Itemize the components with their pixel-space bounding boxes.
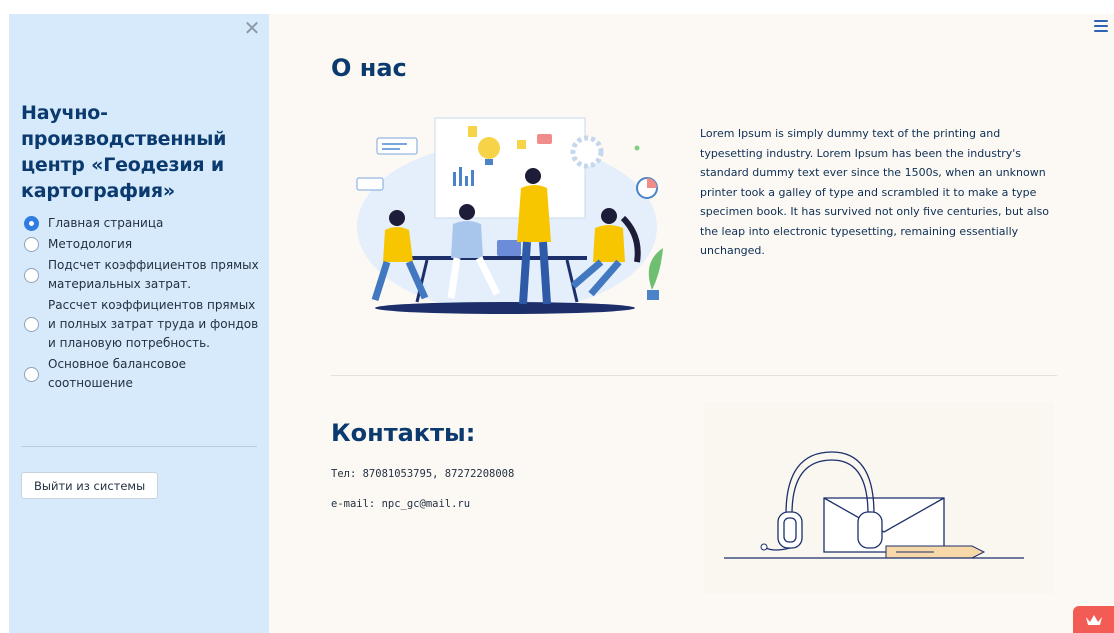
nav-item-material-costs[interactable]: Подсчет коэффициентов прямых материальны… [24, 256, 264, 294]
headset-mail-illustration [704, 402, 1054, 594]
navigation-radio-group: Главная страница Методология Подсчет коэ… [24, 214, 264, 395]
hamburger-menu-icon[interactable] [1094, 20, 1108, 32]
section-divider [331, 375, 1057, 376]
radio-unselected-icon[interactable] [24, 267, 39, 283]
team-meeting-illustration [356, 117, 663, 314]
main-content: О нас Lorem Ipsum is simply dummy text o… [269, 14, 1114, 633]
close-icon[interactable]: ✕ [243, 19, 261, 39]
radio-unselected-icon[interactable] [24, 237, 39, 252]
nav-item-label: Главная страница [48, 216, 164, 230]
contacts-heading: Контакты: [331, 419, 476, 447]
sidebar: ✕ Научно-производственный центр «Геодези… [9, 14, 269, 633]
about-heading: О нас [331, 54, 407, 82]
nav-item-balance[interactable]: Основное балансовое соотношение [24, 355, 264, 393]
organization-title: Научно-производственный центр «Геодезия … [21, 102, 227, 202]
radio-unselected-icon[interactable] [24, 366, 39, 382]
app-frame: ✕ Научно-производственный центр «Геодези… [9, 14, 1114, 633]
nav-item-labor-costs[interactable]: Рассчет коэффициентов прямых и полных за… [24, 296, 264, 353]
nav-item-label: Рассчет коэффициентов прямых и полных за… [48, 298, 259, 350]
nav-item-methodology[interactable]: Методология [24, 235, 264, 254]
nav-item-label: Подсчет коэффициентов прямых материальны… [48, 258, 259, 291]
about-description: Lorem Ipsum is simply dummy text of the … [700, 127, 1050, 257]
nav-item-home[interactable]: Главная страница [24, 214, 264, 233]
radio-unselected-icon[interactable] [24, 317, 39, 332]
nav-item-label: Основное балансовое соотношение [48, 357, 187, 390]
nav-item-label: Методология [48, 237, 133, 251]
crown-icon[interactable] [1073, 606, 1114, 633]
sidebar-divider [21, 446, 257, 447]
phone-text: Тел: 87081053795, 87272208008 [331, 468, 515, 480]
logout-button[interactable]: Выйти из системы [21, 472, 159, 499]
radio-selected-icon[interactable] [24, 216, 39, 231]
email-text: e-mail: npc_gc@mail.ru [331, 498, 471, 510]
